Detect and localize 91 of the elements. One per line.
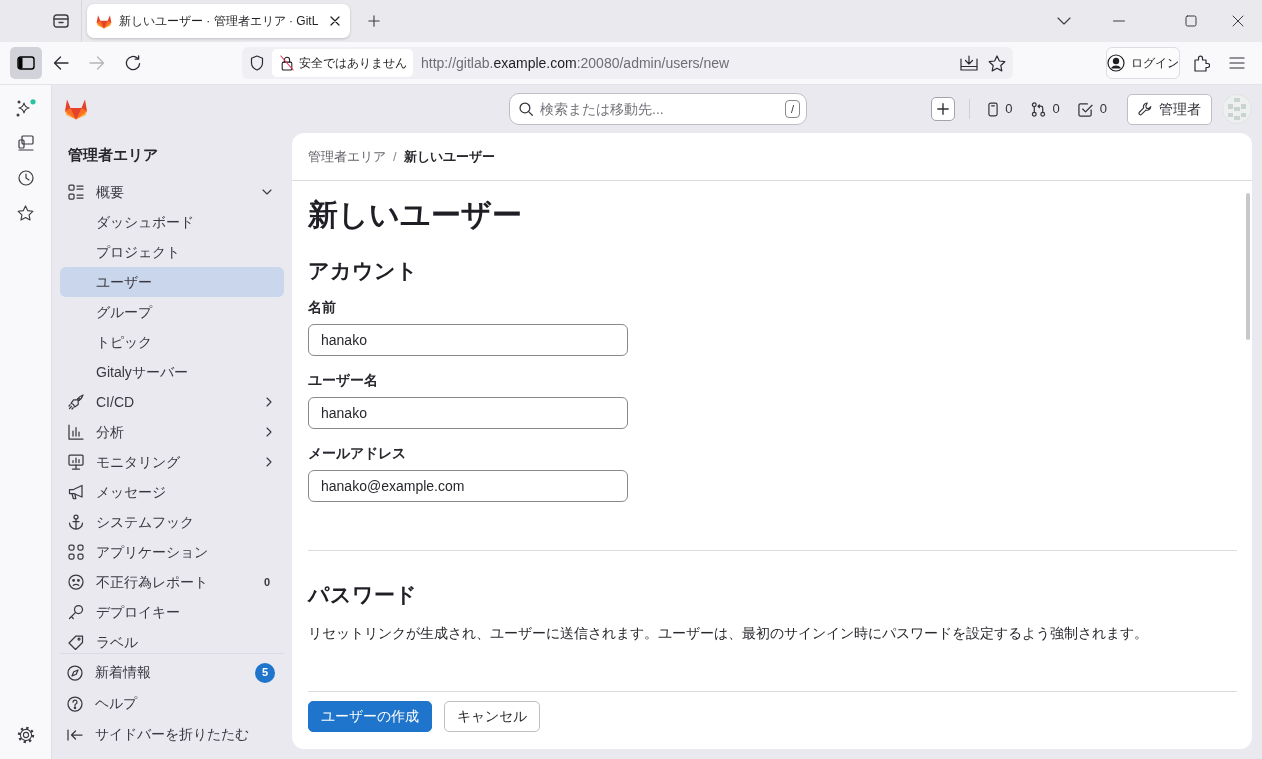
browser-tab[interactable]: 新しいユーザー · 管理者エリア · GitL	[87, 4, 351, 38]
megaphone-icon	[68, 484, 84, 500]
nav-item[interactable]: トピック	[60, 327, 284, 357]
nav-item[interactable]: Gitalyサーバー	[60, 357, 284, 387]
fox-logo-icon	[96, 13, 112, 29]
reload-icon[interactable]	[125, 55, 141, 71]
chevron-down-icon[interactable]	[1057, 17, 1071, 25]
monitor-icon	[68, 454, 84, 470]
checkbox-icon	[1077, 101, 1093, 117]
nav-item[interactable]: CI/CD	[60, 387, 284, 417]
nav-item[interactable]: 概要	[60, 177, 284, 207]
menu-icon[interactable]	[1229, 57, 1245, 69]
sparkle-icon[interactable]	[15, 98, 36, 117]
security-indicator[interactable]: 安全ではありません	[272, 49, 413, 77]
breadcrumb-link[interactable]: 新しいユーザー	[403, 146, 495, 167]
clock-icon[interactable]	[17, 169, 34, 186]
nav-item[interactable]: プロジェクト	[60, 237, 284, 267]
new-tab-icon[interactable]	[368, 15, 381, 27]
field-label: 名前	[308, 298, 336, 317]
fox-logo[interactable]	[64, 98, 88, 120]
merge-request-icon	[1030, 101, 1046, 117]
nav-item[interactable]: ヘルプ	[60, 688, 284, 719]
plus-icon	[937, 103, 950, 115]
back-icon[interactable]	[53, 56, 69, 70]
anchor-icon	[68, 514, 84, 530]
close-icon[interactable]	[1232, 15, 1244, 27]
nav-item[interactable]: システムフック	[60, 507, 284, 537]
grid-icon	[68, 544, 84, 560]
nav-item[interactable]: ユーザー	[60, 267, 284, 297]
tab-list-icon[interactable]	[53, 14, 69, 28]
nav-item[interactable]: ダッシュボード	[60, 207, 284, 237]
sidebar-title: 管理者エリア	[68, 145, 158, 165]
shield-icon[interactable]	[250, 55, 264, 71]
list-icon	[68, 184, 84, 200]
field-label: メールアドレス	[308, 444, 406, 463]
section-heading: アカウント	[308, 258, 419, 284]
nav-item[interactable]: アプリケーション	[60, 537, 284, 567]
cancel-button[interactable]: キャンセル	[444, 701, 540, 732]
document-icon	[988, 101, 999, 117]
breadcrumb-separator: /	[393, 147, 397, 166]
nav-item[interactable]: モニタリング	[60, 447, 284, 477]
key-icon	[68, 604, 84, 620]
page-title: 新しいユーザー	[308, 197, 523, 233]
breadcrumb-link[interactable]: 管理者エリア	[308, 146, 386, 167]
wrench-icon	[1138, 102, 1152, 116]
input-field[interactable]: hanako	[308, 397, 628, 429]
tag-icon	[68, 634, 84, 650]
counter-button[interactable]: 0	[1026, 99, 1064, 119]
nav-item[interactable]: ラベル	[60, 627, 284, 653]
input-field[interactable]: hanako@example.com	[308, 470, 628, 502]
help-icon	[67, 695, 83, 712]
address-bar[interactable]: 安全ではありません http://gitlab.example.com:20080/admin/users/new	[242, 47, 1013, 79]
download-icon[interactable]	[960, 55, 978, 71]
compass-icon	[67, 664, 83, 681]
account-icon	[1107, 54, 1125, 72]
rocket-icon	[68, 394, 84, 410]
url-text: http://gitlab.example.com:20080/admin/users/new	[421, 53, 730, 73]
create-button[interactable]	[931, 97, 956, 121]
puzzle-icon[interactable]	[1194, 54, 1210, 72]
nav-item[interactable]: 新着情報 5	[60, 657, 284, 688]
counter-button[interactable]: 0	[1073, 99, 1111, 119]
close-tab-icon[interactable]	[330, 16, 341, 26]
nav-item[interactable]: 分析	[60, 417, 284, 447]
sidebar-icon	[17, 56, 35, 70]
collapse-icon	[67, 728, 83, 741]
star-icon[interactable]	[988, 54, 1006, 72]
star-icon[interactable]	[17, 204, 34, 221]
sad-face-icon	[68, 574, 84, 590]
scrollbar-thumb[interactable]	[1246, 193, 1250, 340]
nav-item[interactable]: 不正行為レポート 0	[60, 567, 284, 597]
login-button[interactable]: ログイン	[1106, 47, 1180, 79]
create-user-button[interactable]: ユーザーの作成	[308, 701, 432, 732]
settings-icon[interactable]	[16, 726, 35, 744]
counter-button[interactable]: 0	[984, 99, 1017, 119]
crossed-lock-icon	[280, 55, 294, 71]
section-description: リセットリンクが生成され、ユーザーに送信されます。ユーザーは、最初のサインイン時にパスワードを設定するよう強制されます。	[308, 624, 1149, 643]
input-field[interactable]: hanako	[308, 324, 628, 356]
count-badge: 5	[255, 662, 275, 683]
nav-item[interactable]: サイドバーを折りたたむ	[60, 719, 284, 750]
field-label: ユーザー名	[308, 371, 378, 390]
bar-chart-icon	[68, 424, 84, 440]
nav-item[interactable]: デプロイキー	[60, 597, 284, 627]
search-icon	[519, 102, 533, 116]
item-count: 0	[263, 574, 270, 590]
section-heading: パスワード	[308, 582, 418, 608]
nav-item[interactable]: グループ	[60, 297, 284, 327]
maximize-icon[interactable]	[1185, 15, 1197, 27]
admin-button[interactable]: 管理者	[1127, 93, 1212, 125]
nav-item[interactable]: メッセージ	[60, 477, 284, 507]
sidebar-toggle-button[interactable]	[10, 47, 42, 79]
devices-icon[interactable]	[17, 134, 34, 151]
